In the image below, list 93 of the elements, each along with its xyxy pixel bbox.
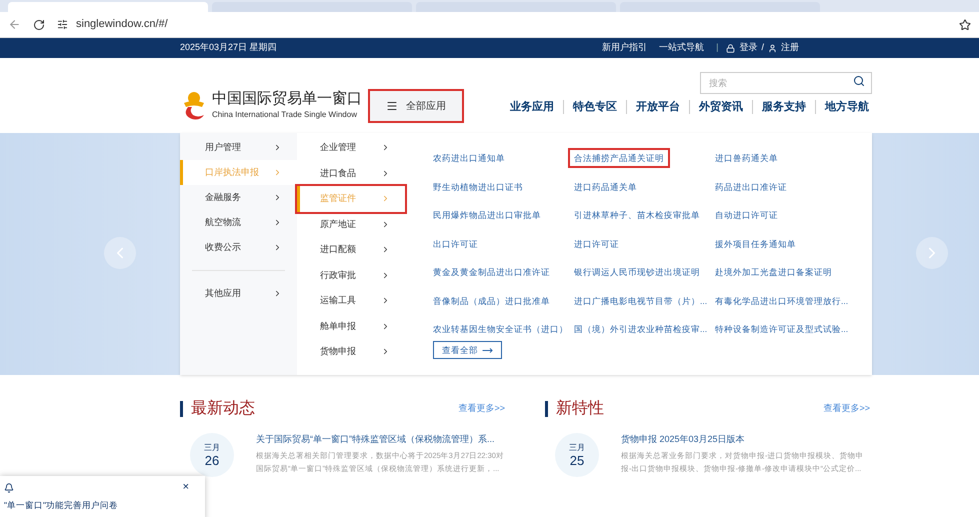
news-headline[interactable]: 货物申报 2025年03月25日版本	[621, 433, 870, 446]
certificate-link[interactable]: 农药进出口通知单	[433, 150, 505, 166]
view-more-link[interactable]: 查看更多>>	[458, 402, 505, 416]
certificate-link[interactable]: 音像制品（成品）进口批准单	[433, 292, 550, 308]
chevron-icon	[381, 296, 390, 306]
nav-link[interactable]: 外贸资讯	[699, 98, 743, 115]
date-text: 2025年03月27日 星期四	[180, 41, 277, 54]
back-icon[interactable]	[8, 18, 21, 31]
next-slide-button[interactable]	[916, 237, 948, 269]
search-field[interactable]: 搜索	[700, 72, 872, 94]
bookmark-star-icon[interactable]	[959, 18, 971, 30]
nav-link[interactable]: 开放平台	[636, 98, 680, 115]
certificate-link[interactable]: 进口许可证	[574, 236, 619, 252]
search-icon[interactable]	[853, 75, 865, 87]
view-more-link[interactable]: 查看更多>>	[823, 402, 870, 416]
news-headline[interactable]: 关于国际贸易“单一窗口”特殊监管区域（保税物流管理）系...	[256, 433, 505, 446]
subcategory-item[interactable]: 舱单申报	[297, 314, 405, 339]
browser-tab[interactable]	[416, 2, 616, 12]
previous-slide-button[interactable]	[104, 237, 136, 269]
chevron-icon	[273, 193, 282, 202]
chevron-icon	[273, 143, 282, 152]
category-item[interactable]: 收费公示	[180, 235, 297, 260]
menu-icon	[386, 100, 398, 112]
chevron-icon	[273, 168, 282, 177]
certificate-link[interactable]: 进口药品通关单	[574, 178, 637, 194]
nav-link[interactable]: 服务支持	[762, 98, 806, 115]
subcategory-item[interactable]: 货物申报	[297, 339, 405, 364]
chevron-icon	[381, 143, 390, 152]
top-link[interactable]: 一站式导航	[659, 41, 704, 55]
chevron-icon	[381, 168, 390, 178]
bell-icon	[4, 482, 14, 492]
chevron-icon	[381, 270, 390, 280]
certificate-link[interactable]: 进口广播电影电视节目带（片）...	[574, 292, 708, 308]
chevron-icon	[381, 220, 390, 229]
nav-link[interactable]: 地方导航	[825, 98, 869, 115]
logo-subtitle: China International Trade Single Window	[212, 109, 358, 121]
certificate-link[interactable]: 特种设备制造许可证及型式试验...	[715, 321, 848, 337]
certificate-link[interactable]: 野生动植物进出口证书	[433, 178, 523, 194]
nav-link[interactable]: 业务应用	[510, 98, 554, 115]
subcategory-item[interactable]: 进口配额	[297, 237, 405, 262]
lock-icon	[726, 44, 736, 52]
address-url[interactable]: singlewindow.cn/#/	[76, 16, 168, 33]
browser-tab[interactable]	[620, 2, 820, 12]
certificate-link[interactable]: 出口许可证	[433, 236, 478, 252]
certificate-link[interactable]: 国（境）外引进农业种苗检疫审...	[574, 321, 708, 337]
divider-text: |	[716, 41, 718, 54]
site-info-icon[interactable]	[57, 19, 68, 30]
subcategory-item[interactable]: 进口食品	[297, 160, 405, 186]
login-link[interactable]: 登录	[739, 41, 758, 55]
chevron-icon	[381, 322, 390, 331]
browser-tab[interactable]	[212, 2, 412, 12]
category-item[interactable]: 用户管理	[180, 135, 297, 160]
certificate-link[interactable]: 合法捕捞产品通关证明	[570, 150, 668, 166]
chevron-icon	[381, 347, 390, 356]
subcategory-item[interactable]: 原产地证	[297, 212, 405, 237]
chevron-icon	[273, 243, 282, 252]
chevron-icon	[381, 194, 390, 204]
close-button[interactable]: ×	[182, 482, 189, 493]
slash-text: /	[761, 41, 764, 54]
certificate-link[interactable]: 有毒化学品进出口环境管理放行...	[715, 292, 848, 308]
category-item[interactable]: 金融服务	[180, 185, 297, 210]
chevron-icon	[273, 289, 282, 298]
reload-icon[interactable]	[33, 18, 45, 30]
certificate-link[interactable]: 自动进口许可证	[715, 207, 778, 223]
certificate-link[interactable]: 民用爆炸物品进出口审批单	[433, 207, 541, 223]
certificate-link[interactable]: 药品进出口准许证	[715, 178, 787, 194]
category-item[interactable]: 航空物流	[180, 210, 297, 235]
certificate-link[interactable]: 援外项目任务通知单	[715, 236, 796, 252]
certificate-link[interactable]: 黄金及黄金制品进出口准许证	[433, 264, 550, 280]
logo-title: 中国国际贸易单一窗口	[212, 89, 362, 109]
section-title: 最新动态	[191, 398, 255, 419]
certificate-link[interactable]: 进口兽药通关单	[715, 150, 778, 166]
register-link[interactable]: 注册	[781, 41, 799, 55]
chevron-icon	[381, 245, 390, 254]
browser-tab[interactable]	[8, 2, 208, 12]
certificate-link[interactable]: 引进林草种子、苗木检疫审批单	[574, 207, 700, 223]
subcategory-item[interactable]: 运输工具	[297, 288, 405, 314]
section-title: 新特性	[556, 398, 604, 419]
all-apps-button[interactable]: 全部应用	[370, 91, 462, 121]
certificate-link[interactable]: 银行调运人民币现钞进出境证明	[574, 264, 700, 280]
date-badge: 三月 25	[555, 433, 599, 477]
subcategory-item[interactable]: 行政审批	[297, 262, 405, 288]
certificate-link[interactable]: 赴境外加工光盘进口备案证明	[715, 264, 832, 280]
certificate-link[interactable]: 农业转基因生物安全证书（进口）	[433, 321, 568, 337]
survey-link[interactable]: "单一窗口"功能完善用户问卷	[4, 499, 201, 512]
top-link[interactable]: 新用户指引	[602, 41, 648, 55]
category-item[interactable]: 其他应用	[180, 281, 297, 306]
view-all-button[interactable]: 查看全部	[433, 341, 502, 359]
subcategory-item[interactable]: 企业管理	[297, 135, 405, 160]
user-icon	[768, 44, 777, 52]
chevron-icon	[273, 218, 282, 227]
date-badge: 三月 26	[190, 433, 234, 477]
nav-link[interactable]: 特色专区	[573, 98, 617, 115]
